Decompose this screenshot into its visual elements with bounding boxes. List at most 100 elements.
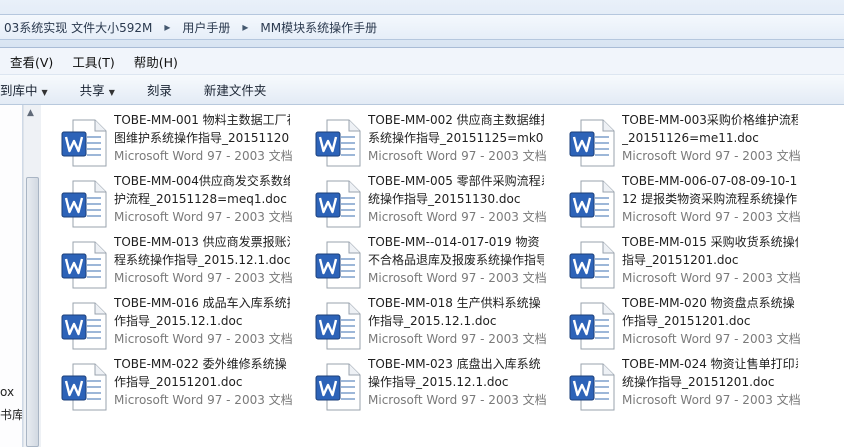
file-item[interactable]: TOBE-MM-013 供应商发票报账流 程系统操作指导_2015.12.1.do… <box>41 233 293 289</box>
share-button[interactable]: 共享 ▼ <box>66 80 133 99</box>
file-name-line: 系统操作指导_20151125=mk01.... <box>368 131 544 145</box>
file-item[interactable]: TOBE-MM-002 供应商主数据维护系统操作指导_20151125=mk01… <box>295 111 547 167</box>
new-folder-button[interactable]: 新建文件夹 <box>190 80 285 99</box>
file-type: Microsoft Word 97 - 2003 文档 <box>622 149 801 163</box>
scrollbar-thumb[interactable] <box>26 177 39 447</box>
breadcrumb-user-manual[interactable]: 用户手册 <box>178 19 234 36</box>
file-name-line: TOBE-MM-015 采购收货系统操作 <box>622 235 798 249</box>
file-name: TOBE-MM-004供应商发交系数维 护流程_20151128=meq1.doc <box>114 172 290 208</box>
command-toolbar: 到库中 ▼ 共享 ▼ 刻录 新建文件夹 <box>0 75 844 105</box>
navigation-pane: ox 书库 <box>0 105 23 447</box>
file-type: Microsoft Word 97 - 2003 文档 <box>114 332 293 346</box>
word-doc-icon <box>315 241 363 289</box>
file-name-line: TOBE-MM-020 物资盘点系统操 <box>622 296 795 310</box>
word-doc-icon <box>569 363 617 411</box>
file-name-line: 作指导_2015.12.1.doc <box>368 314 497 328</box>
file-type: Microsoft Word 97 - 2003 文档 <box>114 210 293 224</box>
menu-view[interactable]: 查看(V) <box>0 52 62 71</box>
file-name-line: TOBE-MM-023 底盘出入库系统 <box>368 357 541 371</box>
file-name-line: 不合格品退库及报废系统操作指导... <box>368 253 544 267</box>
file-item[interactable]: TOBE-MM-020 物资盘点系统操 作指导_20151201.doc Micro… <box>549 294 801 350</box>
file-name-line: 程系统操作指导_2015.12.1.doc <box>114 253 290 267</box>
file-item[interactable]: TOBE-MM--014-017-019 物资 不合格品退库及报废系统操作指导..… <box>295 233 547 289</box>
file-name-line: 12 提报类物资采购流程系统操作... <box>622 192 798 206</box>
file-item[interactable]: TOBE-MM-015 采购收货系统操作 指导_20151201.doc Micro… <box>549 233 801 289</box>
file-name-line: TOBE-MM-005 零部件采购流程系 <box>368 174 544 188</box>
file-type: Microsoft Word 97 - 2003 文档 <box>368 149 547 163</box>
file-item[interactable]: TOBE-MM-018 生产供料系统操 作指导_2015.12.1.doc Micr… <box>295 294 547 350</box>
word-doc-icon <box>61 241 109 289</box>
file-name: TOBE-MM-003采购价格维护流程 _20151126=me11.doc <box>622 111 798 147</box>
file-name-line: 图维护系统操作指导_20151120=... <box>114 131 290 145</box>
file-type: Microsoft Word 97 - 2003 文档 <box>114 149 293 163</box>
file-name: TOBE-MM-002 供应商主数据维护系统操作指导_20151125=mk01… <box>368 111 544 147</box>
file-name-line: TOBE-MM-006-07-08-09-10-11- <box>622 174 798 188</box>
file-name: TOBE-MM-022 委外维修系统操 作指导_20151201.doc <box>114 355 290 391</box>
file-name: TOBE-MM-015 采购收货系统操作 指导_20151201.doc <box>622 233 798 269</box>
word-doc-icon <box>61 363 109 411</box>
menu-bar: 查看(V) 工具(T) 帮助(H) <box>0 48 844 75</box>
file-name: TOBE-MM-018 生产供料系统操 作指导_2015.12.1.doc <box>368 294 544 330</box>
file-name: TOBE-MM-006-07-08-09-10-11- 12 提报类物资采购流程系… <box>622 172 798 208</box>
word-doc-icon <box>569 241 617 289</box>
file-item[interactable]: TOBE-MM-023 底盘出入库系统 操作指导_2015.12.1.doc Mic… <box>295 355 547 411</box>
file-item[interactable]: TOBE-MM-001 物料主数据工厂视图维护系统操作指导_20151120=.… <box>41 111 293 167</box>
file-name: TOBE-MM-024 物资让售单打印系 统操作指导_20151201.doc <box>622 355 798 391</box>
file-name-line: _20151126=me11.doc <box>622 131 759 145</box>
breadcrumb-chevron-icon[interactable]: ▸ <box>234 20 256 34</box>
file-type: Microsoft Word 97 - 2003 文档 <box>622 210 801 224</box>
file-name-line: TOBE-MM-016 成品车入库系统操 <box>114 296 290 310</box>
burn-button[interactable]: 刻录 <box>133 80 190 99</box>
dropdown-caret-icon: ▼ <box>108 88 115 97</box>
address-bar-area: 03系统实现 文件大小592M ▸ 用户手册 ▸ MM模块系统操作手册 <box>0 0 844 48</box>
word-doc-icon <box>61 302 109 350</box>
include-in-library-button[interactable]: 到库中 ▼ <box>0 80 66 99</box>
file-name-line: 统操作指导_20151201.doc <box>622 375 775 389</box>
breadcrumb-chevron-icon[interactable]: ▸ <box>156 20 178 34</box>
file-type: Microsoft Word 97 - 2003 文档 <box>622 271 801 285</box>
file-name-line: 作指导_20151201.doc <box>114 375 243 389</box>
file-name-line: 统操作指导_20151130.doc <box>368 192 521 206</box>
nav-item-library[interactable]: 书库 <box>0 406 22 423</box>
menu-help[interactable]: 帮助(H) <box>124 52 187 71</box>
word-doc-icon <box>569 302 617 350</box>
file-type: Microsoft Word 97 - 2003 文档 <box>368 393 547 407</box>
file-name: TOBE-MM-016 成品车入库系统操 作指导_2015.12.1.doc <box>114 294 290 330</box>
word-doc-icon <box>315 180 363 228</box>
file-item[interactable]: TOBE-MM-003采购价格维护流程 _20151126=me11.doc Mic… <box>549 111 801 167</box>
file-type: Microsoft Word 97 - 2003 文档 <box>622 332 801 346</box>
file-name: TOBE-MM-005 零部件采购流程系 统操作指导_20151130.doc <box>368 172 544 208</box>
file-name: TOBE-MM--014-017-019 物资 不合格品退库及报废系统操作指导..… <box>368 233 544 269</box>
word-doc-icon <box>315 119 363 167</box>
file-item[interactable]: TOBE-MM-022 委外维修系统操 作指导_20151201.doc Micro… <box>41 355 293 411</box>
file-item[interactable]: TOBE-MM-016 成品车入库系统操 作指导_2015.12.1.doc Mic… <box>41 294 293 350</box>
file-name-line: TOBE-MM-024 物资让售单打印系 <box>622 357 798 371</box>
file-name-line: TOBE-MM-004供应商发交系数维 <box>114 174 290 188</box>
file-item[interactable]: TOBE-MM-004供应商发交系数维 护流程_20151128=meq1.doc… <box>41 172 293 228</box>
file-name: TOBE-MM-020 物资盘点系统操 作指导_20151201.doc <box>622 294 798 330</box>
file-item[interactable]: TOBE-MM-006-07-08-09-10-11- 12 提报类物资采购流程系… <box>549 172 801 228</box>
file-type: Microsoft Word 97 - 2003 文档 <box>368 210 547 224</box>
word-doc-icon <box>569 119 617 167</box>
file-item[interactable]: TOBE-MM-024 物资让售单打印系 统操作指导_20151201.doc Mi… <box>549 355 801 411</box>
breadcrumb-current-folder[interactable]: MM模块系统操作手册 <box>256 19 381 36</box>
file-type: Microsoft Word 97 - 2003 文档 <box>368 271 547 285</box>
address-bar[interactable]: 03系统实现 文件大小592M ▸ 用户手册 ▸ MM模块系统操作手册 <box>0 14 844 40</box>
nav-scrollbar[interactable]: ▲ <box>23 105 41 447</box>
file-name-line: TOBE-MM-003采购价格维护流程 <box>622 113 798 127</box>
file-name: TOBE-MM-001 物料主数据工厂视图维护系统操作指导_20151120=.… <box>114 111 290 147</box>
file-name-line: 指导_20151201.doc <box>622 253 739 267</box>
word-doc-icon <box>569 180 617 228</box>
scroll-up-arrow-icon[interactable]: ▲ <box>27 108 34 118</box>
file-list: TOBE-MM-001 物料主数据工厂视图维护系统操作指导_20151120=.… <box>41 105 844 447</box>
word-doc-icon <box>315 363 363 411</box>
file-item[interactable]: TOBE-MM-005 零部件采购流程系 统操作指导_20151130.doc Mi… <box>295 172 547 228</box>
nav-item-ox[interactable]: ox <box>0 385 14 399</box>
word-doc-icon <box>315 302 363 350</box>
file-name-line: 护流程_20151128=meq1.doc <box>114 192 287 206</box>
file-name-line: TOBE-MM--014-017-019 物资 <box>368 235 540 249</box>
file-type: Microsoft Word 97 - 2003 文档 <box>114 271 293 285</box>
breadcrumb-root[interactable]: 03系统实现 文件大小592M <box>0 19 156 36</box>
menu-tools[interactable]: 工具(T) <box>62 52 123 71</box>
file-name: TOBE-MM-013 供应商发票报账流 程系统操作指导_2015.12.1.do… <box>114 233 290 269</box>
